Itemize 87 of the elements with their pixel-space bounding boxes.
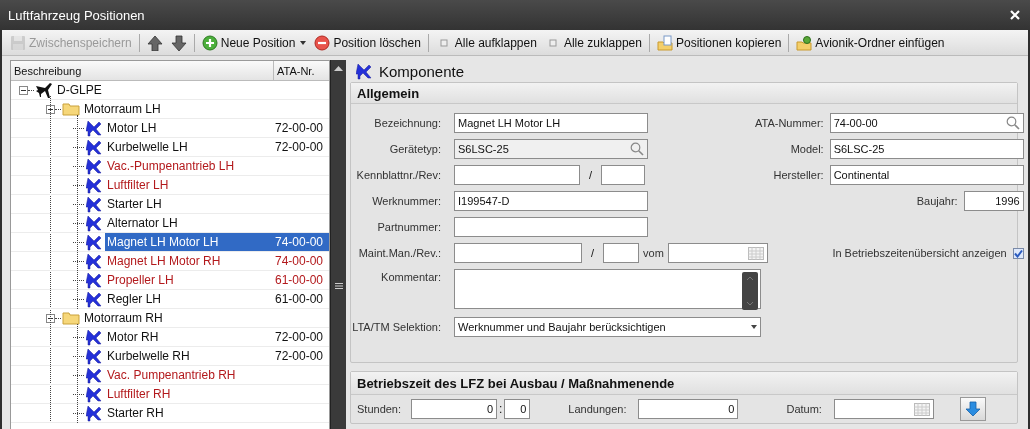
checkbox-label: In Betriebszeitenübersicht anzeigen [832, 247, 1007, 259]
tree-row[interactable]: Kurbelwelle LH 72-00-00 [105, 138, 329, 156]
section-title: Betriebszeit des LFZ bei Ausbau / Maßnahmenende [357, 375, 675, 391]
toolbar-button[interactable]: Alle aufklappen [432, 32, 540, 53]
ata-number: 61-00-00 [274, 273, 323, 287]
text-field[interactable]: 1996 [963, 191, 1024, 211]
toolbar-button[interactable]: Alle zuklappen [541, 32, 645, 53]
tree-row[interactable]: Magnet LH Motor LH 74-00-00 [105, 233, 329, 251]
ata-number: 74-00-00 [274, 254, 323, 268]
lookup-field[interactable]: S6LSC-25 [454, 139, 648, 159]
tree-row[interactable]: Magnet LH Motor RH 74-00-00 [105, 252, 329, 270]
field-label: Werknummer: [371, 195, 441, 207]
tree-row[interactable]: Luftfilter LH [105, 176, 329, 194]
text-field[interactable]: S6LSC-25 [829, 139, 1024, 159]
field-label: Partnummer: [376, 221, 441, 233]
tree-item-label: Luftfilter RH [107, 387, 171, 401]
tree-item-label: Propeller LH [107, 273, 174, 287]
text-field[interactable]: 0 [638, 399, 739, 419]
field-label: Landungen: [568, 403, 627, 415]
tree-row[interactable]: Starter LH [105, 195, 329, 213]
tree-row[interactable]: Regler LH 61-00-00 [105, 290, 329, 308]
tree-item-label: Starter RH [107, 406, 164, 420]
field-label: ATA-Nummer: [755, 117, 824, 129]
tree-row[interactable]: D-GLPE [55, 81, 329, 99]
tree-item-label: Motorraum LH [84, 102, 161, 116]
tree-item-label: Motorraum RH [84, 311, 163, 325]
section-title: Allgemein [357, 85, 420, 101]
tree-item-label: Motor RH [107, 330, 159, 344]
tree-item-label: D-GLPE [57, 83, 102, 97]
tree-item-label: Magnet LH Motor RH [107, 254, 221, 268]
toolbar-button[interactable]: Neue Position [198, 32, 310, 53]
field-label: Maint.Man./Rev.: [357, 247, 441, 259]
field-label: Kommentar: [380, 270, 441, 283]
tree-item-label: Magnet LH Motor LH [107, 235, 219, 249]
tree-item-label: Luftfilter LH [107, 178, 169, 192]
tree-item-label: Kurbelwelle RH [107, 349, 190, 363]
text-field[interactable]: 0 [411, 399, 497, 419]
toolbar-button[interactable]: Position löschen [311, 32, 424, 53]
field-label: Baujahr: [915, 195, 958, 207]
tree-item-label: Starter LH [107, 197, 162, 211]
column-header[interactable]: Beschreibung [11, 61, 274, 80]
separator-colon: : [499, 402, 503, 416]
field-label: Datum: [786, 403, 822, 415]
tree-row[interactable]: Luftfilter RH [105, 385, 329, 403]
tree-row[interactable]: Alternator LH [105, 214, 329, 232]
toolbar-button[interactable]: Avionik-Ordner einfügen [793, 32, 948, 53]
panel-title: Komponente [379, 62, 465, 80]
tree-item-label: Alternator LH [107, 216, 178, 230]
field-label: Stunden: [357, 403, 403, 415]
field-label: Hersteller: [772, 169, 824, 181]
separator-slash: / [589, 169, 593, 181]
separator-slash: / [591, 247, 595, 259]
lookup-field[interactable]: 74-00-00 [829, 113, 1024, 133]
tree-row[interactable]: Vac.-Pumpenantrieb LH [105, 157, 329, 175]
tree-item-label: Regler LH [107, 292, 162, 306]
tree-row[interactable]: Motorraum RH [82, 309, 329, 327]
ata-number: 72-00-00 [274, 330, 323, 344]
tree-item-label: Vac. Pumpenantrieb RH [107, 368, 236, 382]
tree-item-label: Motor LH [107, 121, 157, 135]
tree-row[interactable]: Motorraum LH [82, 100, 329, 118]
tree-row[interactable]: Motor LH 72-00-00 [105, 119, 329, 137]
field-label: Model: [789, 143, 824, 155]
text-field[interactable]: Continental [829, 165, 1024, 185]
tree-row[interactable]: Kurbelwelle RH 72-00-00 [105, 347, 329, 365]
ata-number: 72-00-00 [274, 349, 323, 363]
column-header[interactable]: ATA-Nr. [274, 61, 329, 80]
ata-number: 74-00-00 [274, 235, 323, 249]
tree-row[interactable]: Propeller LH 61-00-00 [105, 271, 329, 289]
window-title: Luftfahrzeug Positionen [8, 7, 145, 23]
tree-item-label: Kurbelwelle LH [107, 140, 188, 154]
ata-number: 61-00-00 [274, 292, 323, 306]
tree-item-label: Vac.-Pumpenantrieb LH [107, 159, 235, 173]
tree-row[interactable]: Motor RH 72-00-00 [105, 328, 329, 346]
ata-number: 72-00-00 [274, 121, 323, 135]
tree-row[interactable]: Vac. Pumpenantrieb RH [105, 366, 329, 384]
field-label: vom [643, 247, 664, 259]
toolbar-button[interactable]: Positionen kopieren [653, 32, 785, 53]
field-label: Gerätetyp: [388, 143, 441, 155]
field-label: LTA/TM Selektion: [351, 321, 441, 333]
tree-row[interactable]: Starter RH [105, 404, 329, 422]
text-field[interactable]: I199547-D [454, 191, 648, 211]
dropdown-field[interactable]: Werknummer und Baujahr berücksichtigen [454, 317, 761, 337]
field-label: Bezeichnung: [373, 117, 441, 129]
ata-number: 72-00-00 [274, 140, 323, 154]
field-label: Kennblattnr./Rev: [355, 169, 441, 181]
text-field[interactable]: 0 [504, 399, 531, 419]
text-field[interactable]: Magnet LH Motor LH [454, 113, 648, 133]
